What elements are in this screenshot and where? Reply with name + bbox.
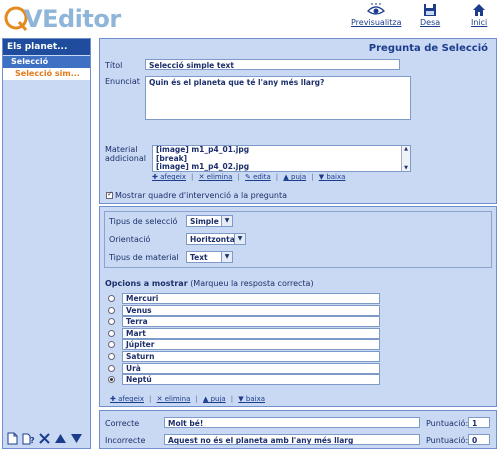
option-field[interactable]: Mart — [122, 327, 380, 339]
page-title: Pregunta de Selecció — [368, 43, 488, 54]
incorrect-score-label: Puntuació: — [426, 436, 469, 445]
option-remove-link[interactable]: ✕ elimina — [157, 395, 191, 403]
options-heading: Opcions a mostrar (Marqueu la resposta c… — [105, 279, 314, 288]
app-logo: VEditor — [4, 3, 134, 37]
question-panel: Pregunta de Selecció Títol Selecció simp… — [99, 38, 497, 204]
home-icon — [473, 4, 486, 16]
incorrect-feedback-field[interactable]: Aquest no és el planeta amb l'any més ll… — [164, 434, 420, 445]
option-correct-radio[interactable] — [108, 306, 115, 314]
option-add-link[interactable]: ✚ afegeix — [110, 395, 144, 403]
home-label: Inici — [471, 18, 488, 27]
material-scrollbar[interactable]: ▲ ▼ — [401, 146, 410, 171]
material-actions: ✚ afegeix | ✕ elimina | ✎ edita | ▲ puja | ▼… — [152, 173, 346, 181]
chevron-down-icon: ▼ — [221, 216, 232, 226]
save-button[interactable]: Desa — [420, 3, 440, 27]
sidebar-title[interactable]: Els planet... — [3, 39, 90, 55]
selection-type-label: Tipus de selecció — [109, 217, 178, 226]
preview-label: Previsualitza — [351, 18, 402, 27]
material-label: Material addicional — [105, 145, 146, 163]
chevron-down-icon: ▼ — [234, 234, 245, 244]
option-up-link[interactable]: ▲ puja — [203, 395, 226, 403]
material-add-link[interactable]: ✚ afegeix — [152, 173, 186, 181]
material-type-label: Tipus de material — [109, 253, 179, 262]
eye-icon — [367, 3, 386, 15]
feedback-panel: Correcte Molt bé! Puntuació: 1 Incorrect… — [99, 410, 497, 449]
option-correct-radio[interactable] — [108, 295, 115, 302]
save-label: Desa — [420, 18, 441, 27]
correct-label: Correcte — [105, 419, 140, 428]
options-hint: (Marqueu la resposta correcta) — [190, 279, 314, 288]
option-field[interactable]: Neptú — [122, 374, 380, 386]
sidebar: Els planet... Selecció Selecció sim... ? — [2, 38, 91, 449]
title-field[interactable]: Selecció simple text — [145, 59, 400, 70]
sidebar-toolbar: ? — [6, 432, 83, 446]
show-frame-checkbox[interactable] — [106, 190, 113, 199]
floppy-disk-icon — [424, 4, 437, 16]
option-field[interactable]: Saturn — [122, 351, 380, 362]
orientation-label: Orientació — [109, 235, 151, 244]
option-correct-radio[interactable] — [108, 329, 115, 337]
sidebar-item-selection[interactable]: Selecció — [3, 56, 90, 68]
statement-field[interactable]: Quin és el planeta que té l'any més llar… — [145, 76, 411, 120]
delete-icon[interactable] — [38, 432, 51, 445]
option-field[interactable]: Mercuri — [122, 293, 380, 304]
material-type-select[interactable]: Text ▼ — [186, 251, 233, 263]
move-up-icon[interactable] — [54, 432, 67, 445]
material-edit-link[interactable]: ✎ edita — [245, 173, 271, 181]
incorrect-score-field[interactable]: 0 — [468, 434, 490, 445]
help-document-icon[interactable]: ? — [22, 432, 35, 445]
options-heading-title: Opcions a mostrar — [105, 279, 188, 288]
incorrect-label: Incorrecte — [105, 436, 146, 445]
option-correct-radio[interactable] — [108, 341, 115, 349]
orientation-select[interactable]: Horitzontal ▼ — [186, 233, 246, 245]
sidebar-item-simple-selection[interactable]: Selecció sim... — [3, 68, 90, 80]
title-label: Títol — [105, 61, 123, 70]
option-field[interactable]: Urà — [122, 362, 380, 374]
option-field[interactable]: Júpiter — [122, 339, 380, 351]
preview-button[interactable]: Previsualitza — [351, 3, 402, 27]
option-correct-radio[interactable] — [108, 364, 115, 372]
option-correct-radio[interactable] — [108, 353, 115, 360]
option-correct-radio[interactable] — [108, 376, 115, 384]
material-remove-link[interactable]: ✕ elimina — [199, 173, 233, 181]
chevron-down-icon: ▼ — [221, 252, 232, 262]
statement-label: Enunciat — [105, 77, 140, 86]
move-down-icon[interactable] — [70, 432, 83, 445]
material-up-link[interactable]: ▲ puja — [283, 173, 306, 181]
option-down-link[interactable]: ▼ baixa — [238, 395, 265, 403]
options-panel: Tipus de selecció Simple ▼ Orientació Hor… — [99, 206, 497, 407]
new-document-icon[interactable] — [6, 432, 19, 445]
material-list-item[interactable]: [image] m1_p4_01.jpg — [156, 146, 407, 155]
correct-score-label: Puntuació: — [426, 419, 469, 428]
selection-type-select[interactable]: Simple ▼ — [186, 215, 233, 227]
option-field[interactable]: Venus — [122, 304, 380, 316]
svg-text:?: ? — [30, 436, 35, 445]
option-field[interactable]: Terra — [122, 316, 380, 328]
material-list[interactable]: [image] m1_p4_01.jpg [break] [image] m1_p4… — [152, 145, 411, 172]
show-frame-label: Mostrar quadre d'intervenció a la pregun… — [115, 191, 288, 200]
correct-score-field[interactable]: 1 — [468, 417, 490, 428]
options-actions: ✚ afegeix | ✕ elimina | ▲ puja | ▼ baixa — [110, 395, 266, 403]
material-down-link[interactable]: ▼ baixa — [319, 173, 346, 181]
logo-text: VEditor — [24, 5, 121, 33]
correct-feedback-field[interactable]: Molt bé! — [164, 417, 420, 428]
home-button[interactable]: Inici — [471, 3, 487, 27]
material-list-item[interactable]: [image] m1_p4_02.jpg — [156, 162, 407, 171]
option-correct-radio[interactable] — [108, 318, 115, 326]
